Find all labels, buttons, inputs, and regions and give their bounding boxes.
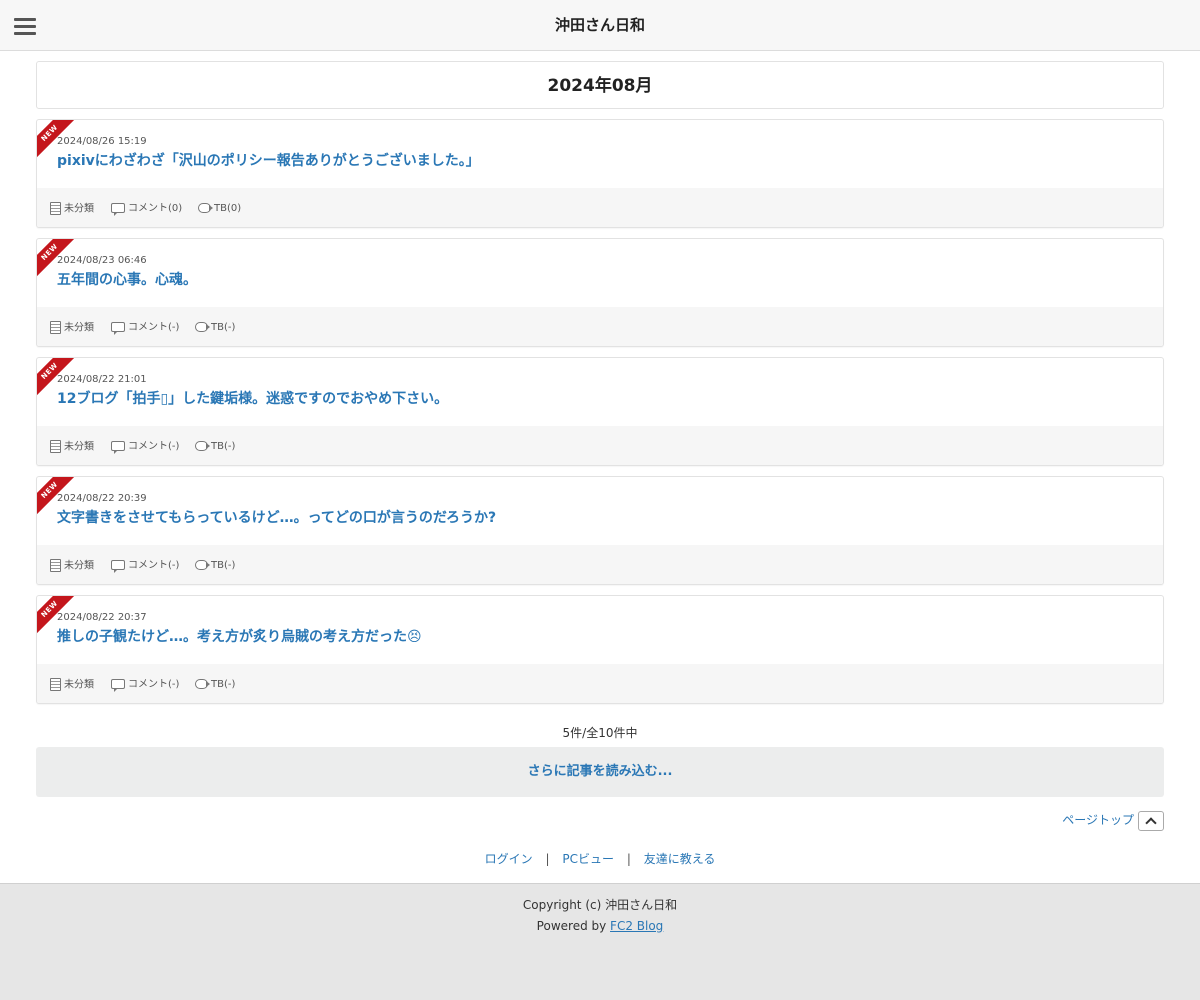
copyright-text: Copyright (c) 沖田さん日和 [522,898,678,912]
category-label: 未分類 [64,679,94,691]
entry-title-link[interactable]: 五年間の心事。心魂。 [57,269,197,289]
category-label: 未分類 [64,203,94,215]
category-link[interactable]: 未分類 [50,559,94,573]
comment-label: コメント(-) [128,322,180,333]
trackback-icon [195,560,210,570]
trackback-label: TB(-) [211,322,236,333]
separator: | [626,852,631,866]
footer: Copyright (c) 沖田さん日和 Powered by FC2 Blog [0,883,1200,1000]
entry-count-text: 5件/全10件中 [562,726,638,740]
comment-label: コメント(-) [128,679,180,690]
category-label: 未分類 [64,560,94,572]
trackback-label: TB(-) [211,560,236,571]
document-icon [50,321,61,334]
entry-card: NEW 2024/08/22 20:39 文字書きをさせてもらっているけど…。っ… [36,476,1164,585]
entry-card: NEW 2024/08/22 21:01 12ブログ「拍手▯」した鍵垢様。迷惑で… [36,357,1164,466]
trackback-icon [195,441,210,451]
footer-links: ログイン | PCビュー | 友達に教える [0,850,1200,867]
comment-link[interactable]: コメント(0) [111,202,182,216]
entry-meta: 未分類 コメント(-) TB(-) [37,664,1163,703]
category-label: 未分類 [64,441,94,453]
site-title[interactable]: 沖田さん日和 [0,0,1200,51]
entry-title-link[interactable]: 推しの子観たけど…。考え方が炙り烏賊の考え方だった😣 [57,626,422,646]
category-link[interactable]: 未分類 [50,202,94,216]
powered-prefix: Powered by [536,919,611,933]
entry-meta: 未分類 コメント(-) TB(-) [37,307,1163,346]
trackback-icon [195,679,210,689]
comment-bubble-icon [111,322,125,335]
comment-label: コメント(-) [128,560,180,571]
tell-friend-link[interactable]: 友達に教える [644,852,716,866]
comment-link[interactable]: コメント(-) [111,678,179,692]
category-link[interactable]: 未分類 [50,678,94,692]
entry-card: NEW 2024/08/26 15:19 pixivにわざわざ「沢山のポリシー報… [36,119,1164,228]
entry-card: NEW 2024/08/22 20:37 推しの子観たけど…。考え方が炙り烏賊の… [36,595,1164,704]
entry-meta: 未分類 コメント(-) TB(-) [37,426,1163,465]
entry-date: 2024/08/26 15:19 [57,136,147,147]
entry-date: 2024/08/22 20:37 [57,612,147,623]
document-icon [50,202,61,215]
entry-title-link[interactable]: pixivにわざわざ「沢山のポリシー報告ありがとうございました。」 [57,150,480,170]
load-more-button[interactable]: さらに記事を読み込む... [36,747,1164,797]
page-top-link[interactable]: ページトップ [1062,810,1164,831]
category-label: 未分類 [64,322,94,334]
page-top-label: ページトップ [1062,813,1134,827]
month-heading: 2024年08月 [36,61,1164,109]
trackback-label: TB(0) [214,203,242,214]
document-icon [50,440,61,453]
header-bar: 沖田さん日和 [0,0,1200,51]
entry-meta: 未分類 コメント(0) TB(0) [37,188,1163,227]
comment-link[interactable]: コメント(-) [111,440,179,454]
entry-date: 2024/08/22 21:01 [57,374,147,385]
trackback-link[interactable]: TB(-) [195,440,235,454]
trackback-link[interactable]: TB(-) [195,559,235,573]
trackback-icon [198,203,213,213]
powered-by: Powered by FC2 Blog [0,919,1200,933]
entry-list: NEW 2024/08/26 15:19 pixivにわざわざ「沢山のポリシー報… [36,119,1164,714]
fc2-blog-link[interactable]: FC2 Blog [610,919,663,933]
entry-date: 2024/08/23 06:46 [57,255,147,266]
separator: | [545,852,550,866]
trackback-link[interactable]: TB(-) [195,678,235,692]
pc-view-link[interactable]: PCビュー [562,852,614,866]
document-icon [50,559,61,572]
entry-meta: 未分類 コメント(-) TB(-) [37,545,1163,584]
comment-link[interactable]: コメント(-) [111,321,179,335]
comment-label: コメント(0) [128,203,183,214]
comment-label: コメント(-) [128,441,180,452]
trackback-link[interactable]: TB(-) [195,321,235,335]
entry-title-link[interactable]: 12ブログ「拍手▯」した鍵垢様。迷惑ですのでおやめ下さい。 [57,388,448,408]
trackback-icon [195,322,210,332]
entry-card: NEW 2024/08/23 06:46 五年間の心事。心魂。 未分類 コメント… [36,238,1164,347]
trackback-label: TB(-) [211,441,236,452]
comment-bubble-icon [111,441,125,454]
entry-date: 2024/08/22 20:39 [57,493,147,504]
chevron-up-icon[interactable] [1138,810,1164,831]
comment-bubble-icon [111,203,125,216]
category-link[interactable]: 未分類 [50,321,94,335]
category-link[interactable]: 未分類 [50,440,94,454]
login-link[interactable]: ログイン [485,852,533,866]
trackback-link[interactable]: TB(0) [198,202,241,216]
comment-bubble-icon [111,560,125,573]
trackback-label: TB(-) [211,679,236,690]
document-icon [50,678,61,691]
comment-bubble-icon [111,679,125,692]
comment-link[interactable]: コメント(-) [111,559,179,573]
entry-title-link[interactable]: 文字書きをさせてもらっているけど…。ってどの口が言うのだろうか? [57,507,496,527]
